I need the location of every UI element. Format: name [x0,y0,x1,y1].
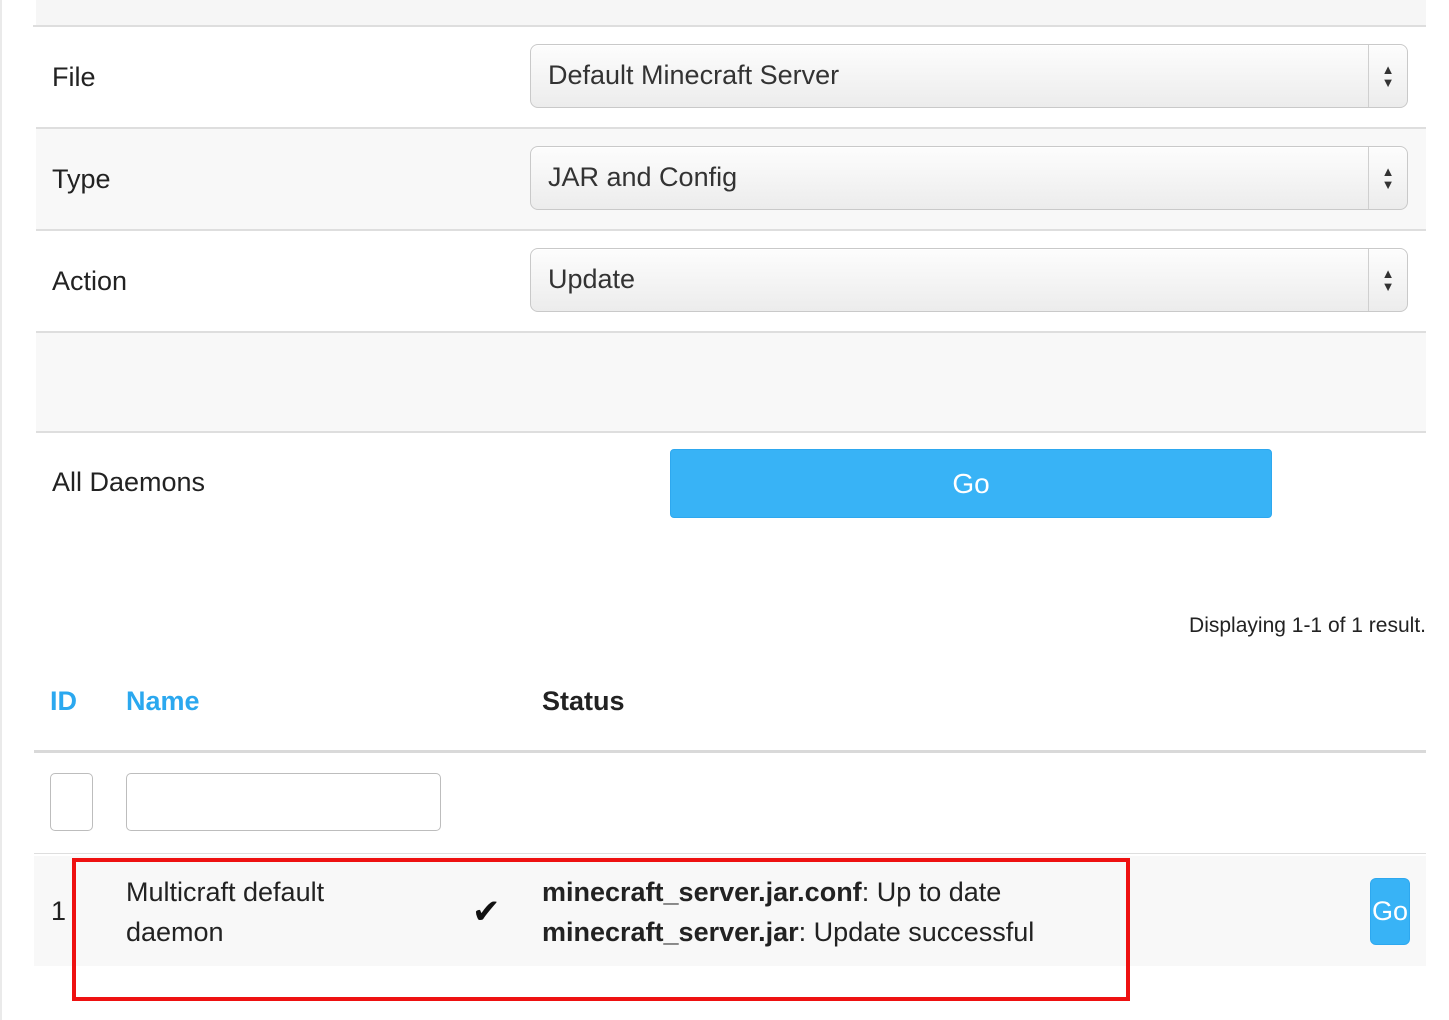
status-message: : Update successful [798,917,1035,947]
column-header-status: Status [542,686,625,716]
row-name: Multicraft default daemon [126,877,325,947]
type-select[interactable]: JAR and Config ▲ ▼ [530,146,1408,210]
updown-arrows-icon: ▲ ▼ [1368,45,1407,107]
file-select[interactable]: Default Minecraft Server ▲ ▼ [530,44,1408,108]
table-row: 1 Multicraft default daemon ✔ minecraft_… [34,856,1426,966]
all-daemons-label: All Daemons [52,467,206,497]
top-strip [36,0,1426,25]
type-label: Type [52,164,111,194]
divider [34,853,1426,854]
row-id: 1 [51,896,67,926]
divider [36,431,1426,433]
updown-arrows-icon: ▲ ▼ [1368,147,1407,209]
results-summary: Displaying 1-1 of 1 result. [1189,614,1426,637]
column-header-id[interactable]: ID [50,686,77,717]
file-select-value: Default Minecraft Server [548,60,840,90]
status-line: minecraft_server.jar.conf: Up to date [542,872,1034,912]
go-button[interactable]: Go [670,449,1272,518]
status-message: : Up to date [861,877,1002,907]
action-select[interactable]: Update ▲ ▼ [530,248,1408,312]
row-go-button[interactable]: Go [1370,878,1410,945]
empty-row [36,333,1426,431]
updown-arrows-icon: ▲ ▼ [1368,249,1407,311]
action-select-value: Update [548,264,636,294]
status-file: minecraft_server.jar.conf [542,877,862,907]
action-label: Action [52,266,128,296]
status-file: minecraft_server.jar [542,917,799,947]
file-label: File [52,62,96,92]
header-divider [34,750,1426,753]
type-select-value: JAR and Config [548,162,738,192]
name-filter-input[interactable] [126,773,441,831]
left-edge-divider [0,0,2,1020]
id-filter-input[interactable] [50,773,93,831]
status-line: minecraft_server.jar: Update successful [542,912,1034,952]
column-header-name[interactable]: Name [126,686,200,717]
row-status: minecraft_server.jar.conf: Up to date mi… [542,872,1034,952]
checkmark-icon: ✔ [472,893,501,931]
